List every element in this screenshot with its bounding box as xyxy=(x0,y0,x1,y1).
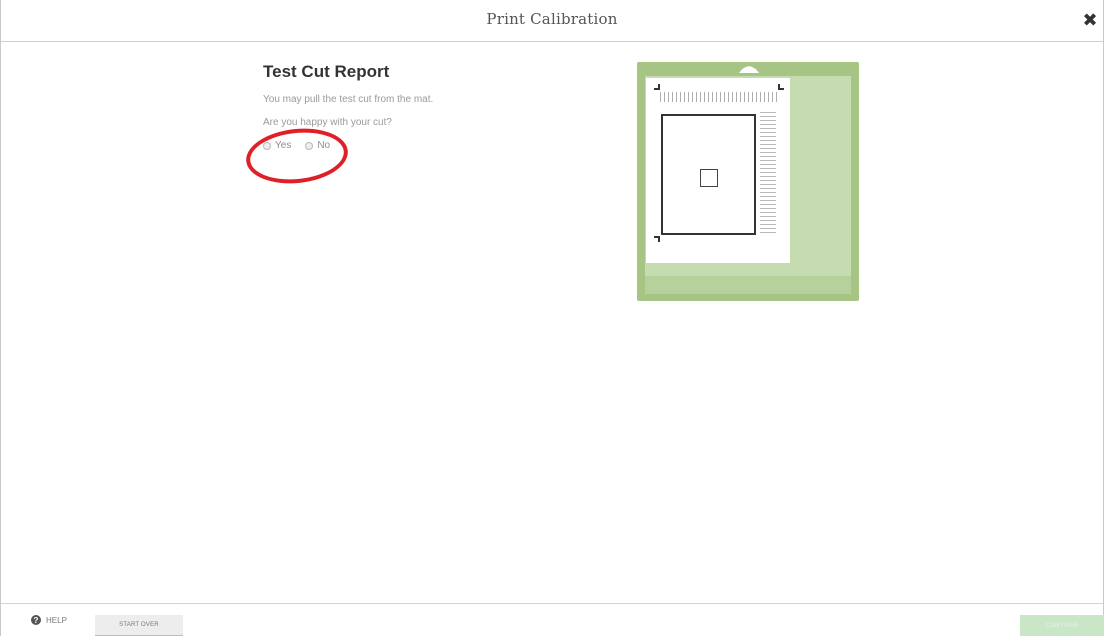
cutting-mat-illustration xyxy=(637,62,859,301)
report-question: Are you happy with your cut? xyxy=(263,117,392,128)
registration-mark-top-left xyxy=(654,84,660,90)
test-cut-outline xyxy=(661,114,756,235)
top-ruler xyxy=(660,92,778,102)
yes-radio[interactable] xyxy=(263,141,271,150)
report-instruction: You may pull the test cut from the mat. xyxy=(263,94,434,105)
registration-mark-bottom-left xyxy=(654,236,660,242)
calibration-sheet xyxy=(646,78,790,263)
start-over-button[interactable]: START OVER xyxy=(95,615,183,636)
cut-satisfaction-choices: Yes No xyxy=(263,140,563,151)
dialog-header: Print Calibration ✖ xyxy=(1,0,1103,42)
help-icon: ? xyxy=(31,615,41,625)
mat-bottom-strip xyxy=(645,276,851,294)
registration-mark-top-right xyxy=(778,84,784,90)
report-title: Test Cut Report xyxy=(263,62,390,81)
test-cut-report: Test Cut Report You may pull the test cu… xyxy=(263,62,563,151)
dialog-title: Print Calibration xyxy=(486,10,618,28)
yes-label: Yes xyxy=(275,140,292,151)
dialog-footer: ? HELP START OVER CONTINUE xyxy=(1,603,1104,636)
mat-notch-icon xyxy=(739,66,759,73)
help-button[interactable]: ? HELP xyxy=(31,615,67,625)
continue-button[interactable]: CONTINUE xyxy=(1020,615,1104,636)
no-option[interactable]: No xyxy=(305,140,330,151)
print-calibration-dialog: Print Calibration ✖ Test Cut Report You … xyxy=(0,0,1104,636)
test-cut-square xyxy=(700,169,718,187)
no-label: No xyxy=(317,140,331,151)
close-icon[interactable]: ✖ xyxy=(1081,8,1099,32)
side-ruler xyxy=(760,112,776,236)
no-radio[interactable] xyxy=(305,141,314,150)
yes-option[interactable]: Yes xyxy=(263,140,291,151)
help-label: HELP xyxy=(46,615,67,625)
